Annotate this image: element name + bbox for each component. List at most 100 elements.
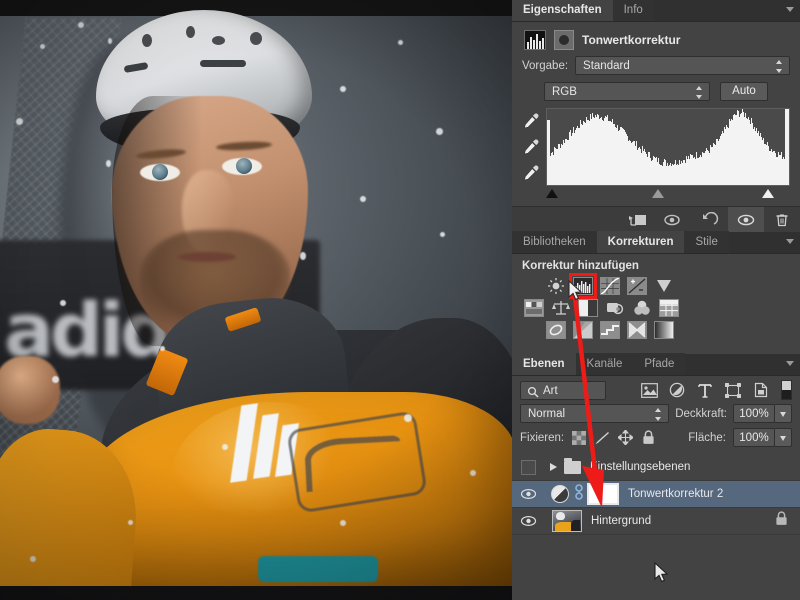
- layer-name[interactable]: Hintergrund: [591, 515, 651, 527]
- photo-snowflake: [440, 232, 445, 237]
- tab-korrekturen[interactable]: Korrekturen: [596, 231, 685, 253]
- layer-thumbnail[interactable]: [552, 510, 582, 532]
- chevron-right-icon[interactable]: [550, 463, 557, 471]
- panel-menu-icon[interactable]: [786, 239, 794, 244]
- adjustment-layer-thumbnail[interactable]: [551, 485, 569, 503]
- photo-snowflake: [436, 128, 443, 135]
- white-input-slider[interactable]: [762, 189, 774, 198]
- chevron-updown-icon: [655, 408, 662, 421]
- layer-visibility-toggle[interactable]: [512, 459, 544, 475]
- auto-button[interactable]: Auto: [720, 82, 768, 101]
- photo-snowflake: [340, 520, 346, 526]
- photo-hand: [0, 356, 60, 424]
- photo-snowflake: [16, 118, 23, 125]
- tab-eigenschaften[interactable]: Eigenschaften: [512, 0, 613, 21]
- tab-pfade[interactable]: Pfade: [633, 353, 686, 375]
- photo-top-edge: [0, 0, 512, 16]
- adjustments-tabbar[interactable]: Bibliotheken Korrekturen Stile: [512, 231, 800, 254]
- tab-info[interactable]: Info: [612, 0, 654, 21]
- posterize-icon[interactable]: [573, 321, 593, 339]
- black-white-icon[interactable]: [578, 299, 598, 317]
- fill-stepper[interactable]: [775, 428, 792, 447]
- photo-helmet-slot: [200, 60, 246, 67]
- panel-menu-icon[interactable]: [786, 7, 794, 12]
- layer-visibility-toggle[interactable]: [512, 515, 544, 527]
- canvas-area[interactable]: adidas: [0, 0, 512, 600]
- photo-snowflake: [340, 86, 346, 92]
- layer-mask-thumbnail[interactable]: [587, 483, 619, 505]
- eyedropper-group: [522, 108, 544, 186]
- link-icon[interactable]: [573, 483, 585, 505]
- adjustments-panel: Bibliotheken Korrekturen Stile Korrektur…: [512, 231, 800, 354]
- curves-icon[interactable]: [600, 277, 620, 295]
- properties-tabbar[interactable]: Eigenschaften Info: [512, 0, 800, 22]
- selective-color-icon[interactable]: [627, 321, 647, 339]
- clip-to-layer-icon[interactable]: [620, 207, 656, 232]
- table-row[interactable]: Einstellungsebenen: [512, 454, 800, 481]
- opacity-input[interactable]: 100%: [733, 404, 775, 423]
- opacity-stepper[interactable]: [775, 404, 792, 423]
- table-row[interactable]: Hintergrund: [512, 508, 800, 535]
- photo-iris: [236, 158, 252, 174]
- preset-value: Standard: [583, 60, 630, 72]
- lock-image-icon[interactable]: [594, 430, 610, 446]
- layer-filter-select[interactable]: Art: [520, 380, 606, 400]
- black-input-slider[interactable]: [546, 189, 558, 198]
- layers-tabbar[interactable]: Ebenen Kanäle Pfade: [512, 353, 800, 376]
- histogram-icon: [524, 30, 546, 50]
- photo-snowflake: [106, 160, 111, 167]
- filter-pixel-icon[interactable]: [635, 380, 663, 400]
- invert-icon[interactable]: [546, 321, 566, 339]
- visibility-eye-icon: [520, 515, 536, 527]
- lock-transparency-icon[interactable]: [571, 430, 587, 446]
- panel-menu-icon[interactable]: [786, 361, 794, 366]
- input-levels-sliders[interactable]: [546, 188, 790, 201]
- blend-mode-select[interactable]: Normal: [520, 404, 670, 423]
- preview-toggle-icon[interactable]: [656, 207, 692, 232]
- histogram-graph[interactable]: [546, 108, 790, 186]
- adjustments-row-1: [524, 273, 800, 299]
- layer-mask-icon: [554, 30, 574, 50]
- lock-all-icon[interactable]: [640, 430, 656, 446]
- visibility-eye-icon[interactable]: [728, 207, 764, 232]
- delete-trash-icon[interactable]: [764, 207, 800, 232]
- photo-filter-icon[interactable]: [605, 299, 625, 317]
- hue-saturation-icon[interactable]: [524, 299, 544, 317]
- black-point-eyedropper[interactable]: [522, 112, 540, 130]
- adjustments-icon-grid: [512, 273, 800, 339]
- layer-name[interactable]: Tonwertkorrektur 2: [628, 488, 723, 500]
- color-lookup-icon[interactable]: [659, 299, 679, 317]
- lock-position-icon[interactable]: [617, 430, 633, 446]
- layer-name[interactable]: Einstellungsebenen: [590, 461, 690, 473]
- gradient-map-icon[interactable]: [654, 321, 674, 339]
- tab-bibliotheken[interactable]: Bibliotheken: [512, 231, 597, 253]
- photo-snowflake: [360, 196, 366, 202]
- gray-point-eyedropper[interactable]: [522, 138, 540, 156]
- filter-toggle-switch[interactable]: [781, 380, 792, 400]
- color-balance-icon[interactable]: [551, 299, 571, 317]
- vibrance-icon[interactable]: [654, 277, 674, 295]
- preset-select[interactable]: Standard: [575, 56, 790, 75]
- photo-snowflake: [60, 300, 66, 306]
- filter-shape-icon[interactable]: [719, 380, 747, 400]
- channel-select[interactable]: RGB: [544, 82, 710, 101]
- channel-mixer-icon[interactable]: [632, 299, 652, 317]
- tab-kanaele[interactable]: Kanäle: [575, 353, 634, 375]
- white-point-eyedropper[interactable]: [522, 164, 540, 182]
- levels-icon[interactable]: [569, 273, 597, 299]
- filter-type-icon[interactable]: [691, 380, 719, 400]
- fill-input[interactable]: 100%: [733, 428, 775, 447]
- tab-stile[interactable]: Stile: [684, 231, 729, 253]
- brightness-contrast-icon[interactable]: [546, 277, 566, 295]
- reset-icon[interactable]: [692, 207, 728, 232]
- gamma-input-slider[interactable]: [652, 189, 664, 198]
- filter-smartobject-icon[interactable]: [747, 380, 775, 400]
- filter-adjustment-icon[interactable]: [663, 380, 691, 400]
- locked-icon: [775, 511, 788, 531]
- layer-visibility-toggle[interactable]: [512, 488, 544, 500]
- table-row[interactable]: Tonwertkorrektur 2: [512, 481, 800, 508]
- tab-ebenen[interactable]: Ebenen: [512, 353, 576, 375]
- photo-snowflake: [300, 252, 306, 260]
- exposure-icon[interactable]: [627, 277, 647, 295]
- threshold-icon[interactable]: [600, 321, 620, 339]
